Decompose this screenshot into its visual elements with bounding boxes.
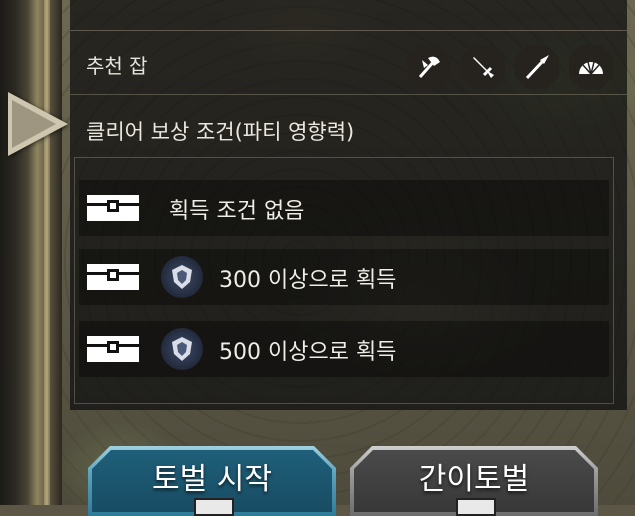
quest-info-panel: 추천 잡 클리어 보상 조건(파티 영향력) 획득 조건 없음 300 이상으로…: [70, 0, 627, 410]
simple-subjugation-button[interactable]: 간이토벌: [350, 446, 598, 516]
panel-divider: [70, 30, 627, 31]
simple-button-label: 간이토벌: [418, 462, 530, 497]
reward-condition-list: 획득 조건 없음 300 이상으로 획득 500 이상으로 획득: [74, 157, 614, 404]
scroll-edge-decoration: [0, 0, 62, 505]
spear-icon[interactable]: [515, 45, 559, 89]
recommended-jobs-icons: [407, 45, 613, 89]
recommended-jobs-row: 추천 잡: [70, 32, 627, 95]
clear-reward-condition-title: 클리어 보상 조건(파티 영향력): [86, 120, 355, 144]
party-influence-seal-icon: [161, 328, 203, 370]
selection-arrow-inner: [12, 100, 56, 148]
treasure-chest-icon: [87, 336, 139, 362]
reward-row: 500 이상으로 획득: [79, 321, 609, 377]
sword-icon[interactable]: [461, 45, 505, 89]
reward-row: 획득 조건 없음: [79, 180, 609, 236]
reward-condition-text: 300 이상으로 획득: [219, 268, 397, 293]
start-button-ornament-icon: [194, 498, 234, 516]
treasure-chest-icon: [87, 264, 139, 290]
simple-button-ornament-icon: [456, 498, 496, 516]
axe-icon[interactable]: [407, 45, 451, 89]
start-button-label: 토벌 시작: [152, 462, 272, 497]
reward-condition-text: 획득 조건 없음: [169, 199, 305, 224]
fan-icon[interactable]: [569, 45, 613, 89]
recommended-jobs-label: 추천 잡: [86, 54, 148, 78]
start-subjugation-button[interactable]: 토벌 시작: [88, 446, 336, 516]
party-influence-seal-icon: [161, 256, 203, 298]
treasure-chest-icon: [87, 195, 139, 221]
reward-condition-text: 500 이상으로 획득: [219, 340, 397, 365]
reward-row: 300 이상으로 획득: [79, 249, 609, 305]
